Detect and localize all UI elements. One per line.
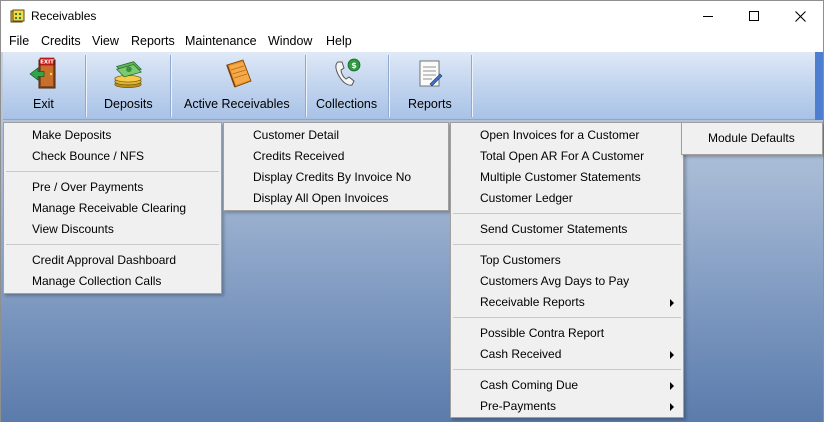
deposits-button[interactable]: Deposits — [86, 52, 170, 120]
maximize-button[interactable] — [731, 1, 777, 31]
menu-item-manage-clearing[interactable]: Manage Receivable Clearing — [32, 198, 186, 219]
menu-item-manage-collection-calls[interactable]: Manage Collection Calls — [32, 271, 161, 292]
window-title: Receivables — [31, 9, 97, 23]
report-document-icon — [419, 60, 443, 87]
menu-item-credits-by-invoice[interactable]: Display Credits By Invoice No — [253, 167, 411, 188]
menu-item-customer-detail[interactable]: Customer Detail — [253, 125, 339, 146]
exit-sign-text: EXIT — [40, 60, 54, 66]
menu-separator — [6, 171, 219, 172]
collections-menu: Open Invoices for a Customer Total Open … — [450, 122, 684, 418]
reports-menu: Module Defaults — [681, 122, 823, 155]
deposits-label: Deposits — [104, 97, 153, 111]
menu-item-check-bounce[interactable]: Check Bounce / NFS — [32, 146, 144, 167]
menu-item-module-defaults[interactable]: Module Defaults — [708, 128, 795, 149]
menu-separator — [6, 244, 219, 245]
submenu-arrow-icon — [670, 403, 674, 411]
reports-label: Reports — [408, 97, 452, 111]
menu-item-send-statements[interactable]: Send Customer Statements — [480, 219, 627, 240]
collections-button[interactable]: $ Collections — [306, 52, 388, 120]
menu-credits[interactable]: Credits — [41, 34, 81, 48]
dollar-symbol: $ — [351, 61, 357, 70]
toolbar: EXIT Exit Deposits Active Receivables $ … — [3, 52, 815, 120]
menu-item-total-open-ar[interactable]: Total Open AR For A Customer — [480, 146, 644, 167]
active-receivables-button[interactable]: Active Receivables — [171, 52, 305, 120]
menu-bar: File Credits View Reports Maintenance Wi… — [1, 31, 823, 52]
menu-separator — [453, 213, 681, 214]
submenu-arrow-icon — [670, 351, 674, 359]
deposits-menu: Make Deposits Check Bounce / NFS Pre / O… — [3, 122, 222, 294]
active-receivables-menu: Customer Detail Credits Received Display… — [223, 122, 449, 211]
toolbar-divider — [471, 55, 472, 117]
menu-file[interactable]: File — [9, 34, 29, 48]
menu-item-multiple-statements[interactable]: Multiple Customer Statements — [480, 167, 641, 188]
exit-button[interactable]: EXIT Exit — [3, 52, 85, 120]
ledger-app-icon — [10, 9, 25, 23]
submenu-arrow-icon — [670, 382, 674, 390]
app-window: Receivables File Credits View Reports Ma… — [0, 0, 824, 422]
menu-item-credit-approval[interactable]: Credit Approval Dashboard — [32, 250, 176, 271]
title-bar[interactable]: Receivables — [1, 1, 823, 31]
menu-item-cash-coming-due[interactable]: Cash Coming Due — [480, 375, 578, 396]
maximize-icon — [749, 11, 759, 21]
close-button[interactable] — [777, 1, 823, 31]
active-receivables-label: Active Receivables — [184, 97, 290, 111]
menu-item-possible-contra[interactable]: Possible Contra Report — [480, 323, 604, 344]
menu-help[interactable]: Help — [326, 34, 352, 48]
menu-maintenance[interactable]: Maintenance — [185, 34, 257, 48]
menu-item-pre-over-payments[interactable]: Pre / Over Payments — [32, 177, 143, 198]
collections-label: Collections — [316, 97, 378, 111]
submenu-arrow-icon — [670, 299, 674, 307]
minimize-icon — [703, 16, 713, 17]
menu-window[interactable]: Window — [268, 34, 312, 48]
reports-button[interactable]: Reports — [389, 52, 471, 120]
menu-item-credits-received[interactable]: Credits Received — [253, 146, 344, 167]
menu-separator — [453, 317, 681, 318]
close-icon — [794, 10, 806, 22]
menu-item-top-customers[interactable]: Top Customers — [480, 250, 561, 271]
menu-item-all-open-invoices[interactable]: Display All Open Invoices — [253, 188, 388, 209]
exit-label: Exit — [33, 97, 54, 111]
scrollbar-edge[interactable] — [815, 52, 823, 120]
menu-item-avg-days-to-pay[interactable]: Customers Avg Days to Pay — [480, 271, 629, 292]
menu-item-cash-received[interactable]: Cash Received — [480, 344, 561, 365]
menu-item-view-discounts[interactable]: View Discounts — [32, 219, 114, 240]
menu-item-customer-ledger[interactable]: Customer Ledger — [480, 188, 573, 209]
money-stack-icon — [114, 61, 142, 89]
menu-separator — [453, 369, 681, 370]
ledger-book-icon — [226, 59, 252, 88]
menu-reports[interactable]: Reports — [131, 34, 175, 48]
menu-item-pre-payments[interactable]: Pre-Payments — [480, 396, 556, 417]
exit-door-icon: EXIT — [29, 57, 56, 89]
menu-view[interactable]: View — [92, 34, 119, 48]
menu-separator — [453, 244, 681, 245]
menu-item-make-deposits[interactable]: Make Deposits — [32, 125, 111, 146]
phone-dollar-icon: $ — [335, 58, 361, 86]
minimize-button[interactable] — [685, 1, 731, 31]
menu-item-receivable-reports[interactable]: Receivable Reports — [480, 292, 585, 313]
menu-item-open-invoices-customer[interactable]: Open Invoices for a Customer — [480, 125, 639, 146]
